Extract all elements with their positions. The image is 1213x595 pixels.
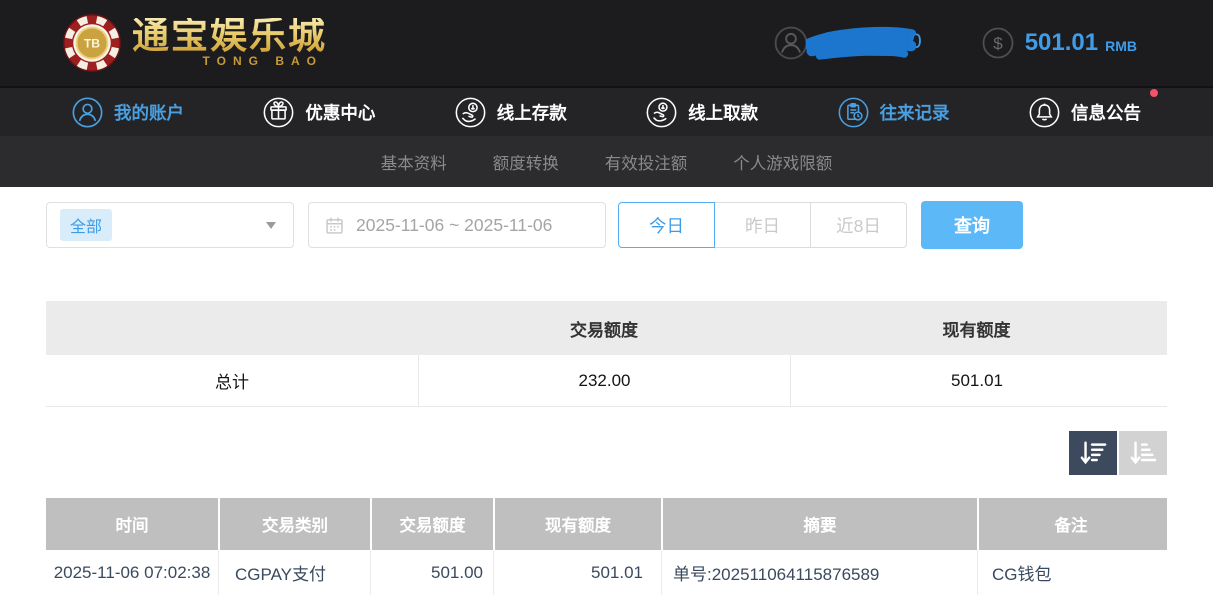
chevron-down-icon xyxy=(266,222,276,229)
site-title: 通宝娱乐城 xyxy=(132,18,327,57)
subnav-item-basic-info[interactable]: 基本资料 xyxy=(381,150,447,174)
top-header: TB 通宝娱乐城 TONG BAO 0 xyxy=(0,0,1213,86)
date-range-value: 2025-11-06 ~ 2025-11-06 xyxy=(356,215,552,236)
records-header-type: 交易类别 xyxy=(218,498,370,550)
summary-header-current-balance: 现有额度 xyxy=(790,301,1163,355)
balance-display: $ 501.01 RMB xyxy=(982,27,1137,59)
username-redacted: 0 xyxy=(806,23,922,63)
filter-row: 全部 2025-11-06 ~ 2025-11-06 今日 昨日 近8日 查询 xyxy=(46,201,1167,249)
dollar-icon: $ xyxy=(982,27,1014,59)
sort-descending-icon xyxy=(1078,439,1108,467)
site-subtitle: TONG BAO xyxy=(132,54,327,68)
records-table: 时间 交易类别 交易额度 现有额度 摘要 备注 2025-11-06 07:02… xyxy=(46,498,1167,595)
deposit-icon xyxy=(455,97,486,128)
nav-item-records[interactable]: 往来记录 xyxy=(838,97,950,128)
record-balance: 501.01 xyxy=(493,550,661,595)
search-button[interactable]: 查询 xyxy=(921,201,1023,249)
sort-ascending-button[interactable] xyxy=(1119,431,1167,475)
svg-text:$: $ xyxy=(993,34,1003,53)
nav-label: 线上取款 xyxy=(688,100,758,125)
summary-header-transaction-amount: 交易额度 xyxy=(418,301,790,355)
balance-amount: 501.01 xyxy=(1025,29,1098,57)
range-button-last8days[interactable]: 近8日 xyxy=(810,202,907,248)
records-header-balance: 现有额度 xyxy=(493,498,661,550)
records-icon xyxy=(838,97,869,128)
sort-controls xyxy=(46,431,1167,475)
subnav-item-quota-transfer[interactable]: 额度转换 xyxy=(493,150,559,174)
records-header-amount: 交易额度 xyxy=(370,498,493,550)
calendar-icon xyxy=(324,215,345,236)
records-header-remark: 备注 xyxy=(977,498,1163,550)
user-avatar-icon xyxy=(774,26,808,60)
record-type: CGPAY支付 xyxy=(218,550,370,595)
record-summary: 单号:202511064115876589 xyxy=(661,550,977,595)
summary-header-empty xyxy=(46,301,418,355)
svg-text:TB: TB xyxy=(84,37,100,51)
sort-descending-button[interactable] xyxy=(1069,431,1117,475)
range-button-yesterday[interactable]: 昨日 xyxy=(714,202,811,248)
redaction-scribble xyxy=(806,24,916,62)
records-table-header: 时间 交易类别 交易额度 现有额度 摘要 备注 xyxy=(46,498,1167,550)
casino-chip-icon: TB xyxy=(62,13,122,73)
nav-label: 信息公告 xyxy=(1071,100,1141,125)
record-time: 2025-11-06 07:02:38 xyxy=(46,550,218,595)
subnav-item-valid-bets[interactable]: 有效投注额 xyxy=(605,150,688,174)
main-nav: 我的账户 优惠中心 线上存款 xyxy=(0,86,1213,136)
record-remark: CG钱包 xyxy=(977,550,1163,595)
type-select-value: 全部 xyxy=(60,209,112,241)
gift-icon xyxy=(263,97,294,128)
site-logo[interactable]: TB 通宝娱乐城 TONG BAO xyxy=(62,13,327,73)
nav-label: 线上存款 xyxy=(497,100,567,125)
nav-item-my-account[interactable]: 我的账户 xyxy=(72,97,184,128)
sub-nav: 基本资料 额度转换 有效投注额 个人游戏限额 xyxy=(0,136,1213,187)
quick-range-group: 今日 昨日 近8日 xyxy=(618,202,907,248)
summary-total-label: 总计 xyxy=(46,355,418,406)
nav-label: 往来记录 xyxy=(880,100,950,125)
nav-item-promotions[interactable]: 优惠中心 xyxy=(263,97,375,128)
summary-table-header: 交易额度 现有额度 xyxy=(46,301,1167,355)
subnav-item-game-limits[interactable]: 个人游戏限额 xyxy=(733,150,832,174)
nav-item-withdraw[interactable]: 线上取款 xyxy=(646,97,758,128)
nav-label: 我的账户 xyxy=(114,100,184,125)
nav-label: 优惠中心 xyxy=(305,100,375,125)
type-select[interactable]: 全部 xyxy=(46,202,294,248)
sort-ascending-icon xyxy=(1128,439,1158,467)
table-row: 2025-11-06 07:02:38 CGPAY支付 501.00 501.0… xyxy=(46,550,1167,595)
range-button-today[interactable]: 今日 xyxy=(618,202,715,248)
summary-current-balance: 501.01 xyxy=(790,355,1163,406)
content-area: 全部 2025-11-06 ~ 2025-11-06 今日 昨日 近8日 查询 xyxy=(0,187,1213,595)
summary-total-row: 总计 232.00 501.01 xyxy=(46,355,1167,407)
summary-transaction-amount: 232.00 xyxy=(418,355,790,406)
withdraw-icon xyxy=(646,97,677,128)
record-amount: 501.00 xyxy=(370,550,493,595)
date-range-picker[interactable]: 2025-11-06 ~ 2025-11-06 xyxy=(308,202,606,248)
notification-dot xyxy=(1150,89,1158,97)
nav-item-announcements[interactable]: 信息公告 xyxy=(1029,97,1141,128)
user-account-chip[interactable]: 0 xyxy=(774,23,922,63)
account-icon xyxy=(72,97,103,128)
records-header-summary: 摘要 xyxy=(661,498,977,550)
records-header-time: 时间 xyxy=(46,498,218,550)
summary-table: 交易额度 现有额度 总计 232.00 501.01 xyxy=(46,301,1167,407)
balance-currency: RMB xyxy=(1105,32,1137,54)
bell-icon xyxy=(1029,97,1060,128)
nav-item-deposit[interactable]: 线上存款 xyxy=(455,97,567,128)
